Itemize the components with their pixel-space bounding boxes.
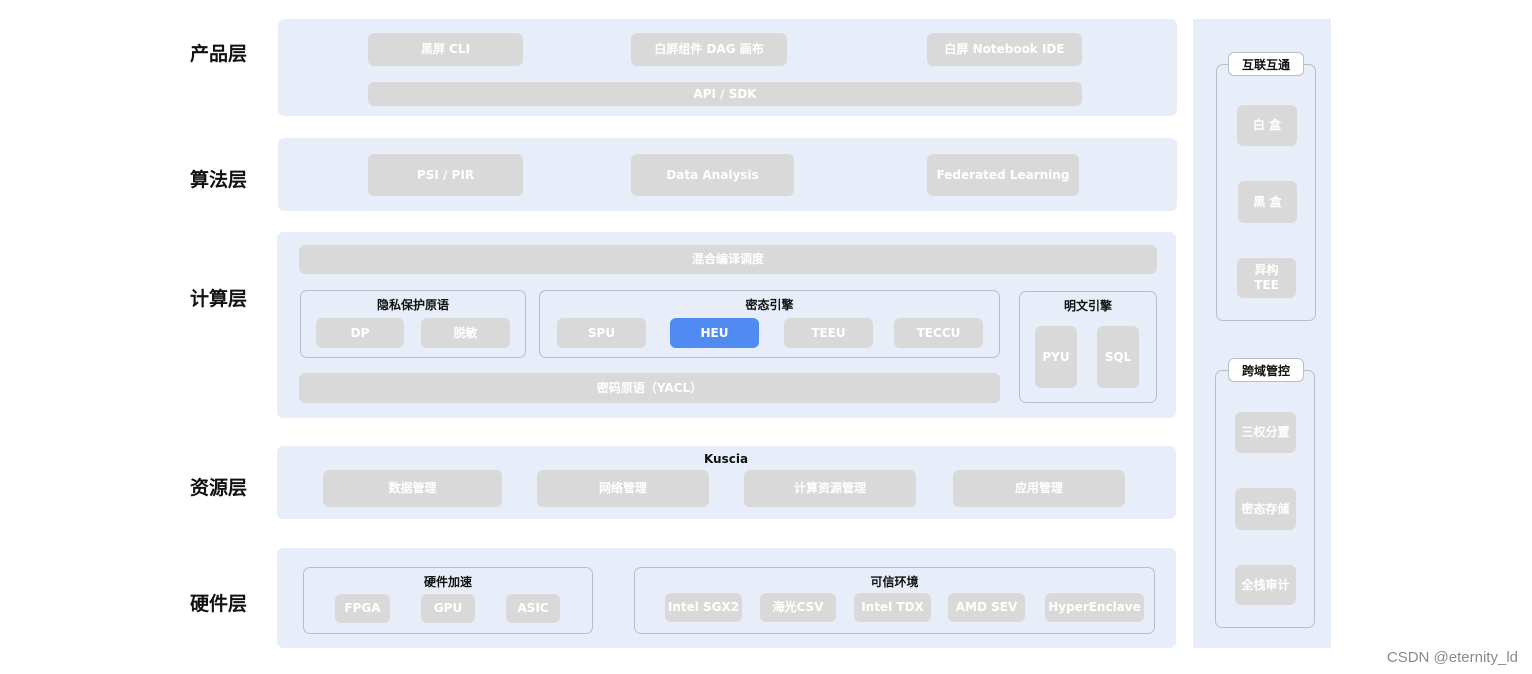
blackscreen-cli-block: 黑屏 CLI	[368, 33, 523, 66]
desensitize-block: 脱敏	[421, 318, 510, 348]
network-mgmt-block: 网络管理	[537, 470, 709, 507]
yacl-block: 密码原语（YACL）	[299, 373, 1000, 403]
trusted-env-title: 可信环境	[870, 575, 919, 589]
layer-label-compute: 计算层	[190, 288, 248, 310]
federated-learning-block: Federated Learning	[927, 154, 1079, 196]
amd-sev-block: AMD SEV	[948, 593, 1025, 622]
data-analysis-block: Data Analysis	[631, 154, 794, 196]
cipher-storage-block: 密态存储	[1235, 488, 1296, 530]
spu-block: SPU	[557, 318, 646, 348]
asic-block: ASIC	[506, 594, 560, 623]
whitescreen-dag-block: 白屏组件 DAG 画布	[631, 33, 787, 66]
hygon-csv-block: 海光CSV	[760, 593, 836, 622]
dp-block: DP	[316, 318, 404, 348]
plaintext-engines-title: 明文引擎	[1063, 299, 1112, 313]
layer-label-product: 产品层	[190, 43, 248, 65]
compute-mgmt-block: 计算资源管理	[744, 470, 916, 507]
intel-tdx-block: Intel TDX	[854, 593, 931, 622]
teccu-block: TECCU	[894, 318, 983, 348]
psi-pir-block: PSI / PIR	[368, 154, 523, 196]
kuscia-title: Kuscia	[703, 452, 749, 466]
hybrid-compile-block: 混合编译调度	[299, 245, 1157, 274]
blackbox-block: 黑 盒	[1238, 181, 1297, 223]
heu-block: HEU	[670, 318, 759, 348]
intel-sgx2-block: Intel SGX2	[665, 593, 742, 622]
sql-block: SQL	[1097, 326, 1139, 388]
privacy-primitives-title: 隐私保护原语	[376, 298, 449, 312]
cipher-engines-title: 密态引擎	[745, 298, 794, 312]
interop-title: 互联互通	[1228, 52, 1304, 76]
layer-label-algorithm: 算法层	[190, 169, 248, 191]
separation-block: 三权分置	[1235, 412, 1296, 453]
whitebox-block: 白 盒	[1237, 105, 1297, 146]
watermark-text: CSDN @eternity_ld	[1386, 649, 1518, 666]
layer-label-resource: 资源层	[190, 477, 248, 499]
fpga-block: FPGA	[335, 594, 390, 623]
teeu-block: TEEU	[784, 318, 873, 348]
app-mgmt-block: 应用管理	[953, 470, 1125, 507]
hw-acceleration-title: 硬件加速	[423, 575, 472, 589]
audit-block: 全栈审计	[1235, 565, 1296, 605]
hyperenclave-block: HyperEnclave	[1045, 593, 1144, 622]
api-sdk-block: API / SDK	[368, 82, 1082, 106]
whitescreen-notebook-block: 白屏 Notebook IDE	[927, 33, 1082, 66]
gpu-block: GPU	[421, 594, 475, 623]
layer-label-hardware: 硬件层	[190, 593, 248, 615]
crossdomain-title: 跨域管控	[1228, 358, 1304, 382]
pyu-block: PYU	[1035, 326, 1077, 388]
hetero-tee-block: 异构 TEE	[1237, 258, 1296, 298]
data-mgmt-block: 数据管理	[323, 470, 502, 507]
